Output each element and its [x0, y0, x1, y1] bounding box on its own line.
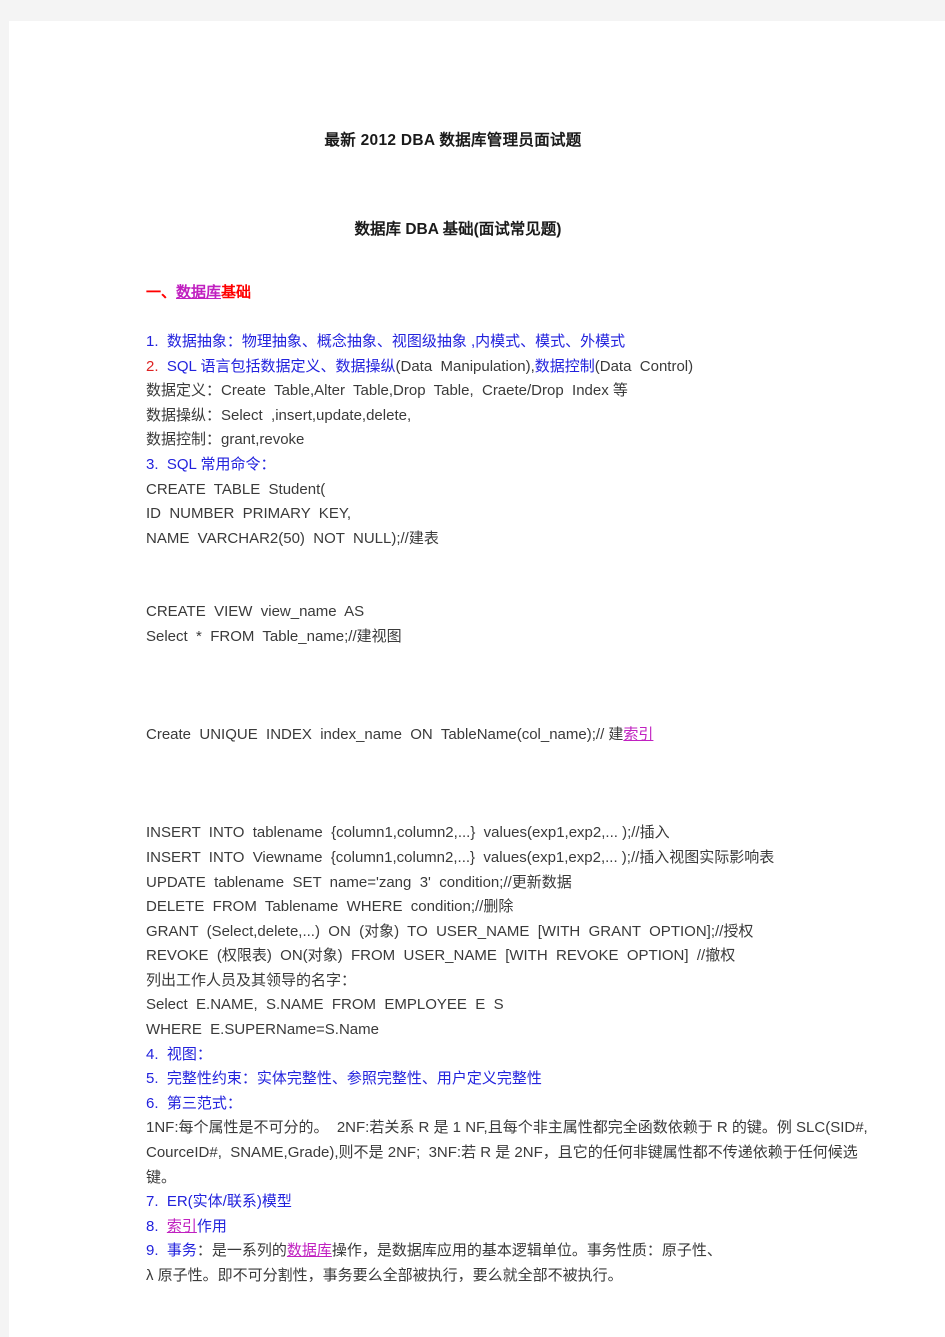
- document-line: 5. 完整性约束：实体完整性、参照完整性、用户定义完整性: [146, 1070, 542, 1088]
- section-heading-link[interactable]: 数据库: [176, 284, 221, 301]
- document-line: 数据定义：Create Table,Alter Table,Drop Table…: [146, 382, 628, 400]
- inline-link[interactable]: 索引: [623, 726, 653, 743]
- text-run: Create UNIQUE INDEX index_name ON TableN…: [146, 726, 624, 744]
- document-line: 3. SQL 常用命令：: [146, 455, 276, 473]
- text-run: ：是一系列的: [196, 1242, 287, 1260]
- text-run: 2.: [146, 357, 167, 375]
- text-run: (Data Manipulation),: [395, 357, 535, 375]
- text-run: (Data Control): [594, 357, 694, 375]
- document-body: 1. 数据抽象：物理抽象、概念抽象、视图级抽象 ,内模式、模式、外模式 2. SQ…: [146, 302, 885, 1289]
- document-page: 最新 2012 DBA 数据库管理员面试题 数据库 DBA 基础(面试常见题) …: [9, 21, 945, 1337]
- document-line: CREATE TABLE Student(: [146, 480, 326, 498]
- document-line: GRANT (Select,delete,...) ON (对象) TO USE…: [146, 922, 754, 940]
- section-heading-prefix: 一、: [146, 284, 177, 301]
- document-line: DELETE FROM Tablename WHERE condition;//…: [146, 898, 514, 916]
- document-line: WHERE E.SUPERName=S.Name: [146, 1021, 379, 1039]
- document-content: 最新 2012 DBA 数据库管理员面试题 数据库 DBA 基础(面试常见题) …: [9, 21, 945, 1289]
- inline-link[interactable]: 数据库: [287, 1242, 332, 1259]
- document-line: Create UNIQUE INDEX index_name ON TableN…: [146, 723, 885, 748]
- page-title: 最新 2012 DBA 数据库管理员面试题: [324, 132, 582, 149]
- document-line: 1. 数据抽象：物理抽象、概念抽象、视图级抽象 ,内模式、模式、外模式: [146, 333, 626, 350]
- text-run: 操作，是数据库应用的基本逻辑单位。事务性质：原子性、: [331, 1242, 722, 1260]
- document-line: 6. 第三范式：: [146, 1094, 242, 1112]
- document-line: 4. 视图：: [146, 1045, 212, 1063]
- document-line: λ 原子性。即不可分割性，事务要么全部被执行，要么就全部不被执行。: [146, 1264, 885, 1289]
- document-line: CREATE VIEW view_name AS: [146, 603, 365, 621]
- document-line: 7. ER(实体/联系)模型: [146, 1193, 292, 1211]
- section-heading: 一、数据库基础: [146, 239, 885, 302]
- text-run: 作用: [196, 1217, 227, 1235]
- document-line: INSERT INTO tablename {column1,column2,.…: [146, 824, 670, 842]
- text-run: 数据控制: [534, 357, 595, 375]
- text-run: λ: [146, 1267, 158, 1284]
- document-line: ID NUMBER PRIMARY KEY,: [146, 505, 352, 523]
- document-line: Select E.NAME, S.NAME FROM EMPLOYEE E S: [146, 996, 504, 1014]
- text-run: 9. 事务: [146, 1242, 197, 1260]
- text-run: 原子性。即不可分割性，事务要么全部被执行，要么就全部不被执行。: [157, 1267, 623, 1284]
- document-line: 2. SQL 语言包括数据定义、数据操纵(Data Manipulation),…: [146, 355, 885, 380]
- document-line: INSERT INTO Viewname {column1,column2,..…: [146, 848, 775, 866]
- text-run: SQL 语言包括数据定义、数据操纵: [166, 357, 396, 375]
- document-line: 9. 事务：是一系列的数据库操作，是数据库应用的基本逻辑单位。事务性质：原子性、: [146, 1239, 885, 1264]
- text-run: 8.: [146, 1217, 167, 1235]
- document-line: 8. 索引作用: [146, 1215, 885, 1240]
- section-heading-suffix: 基础: [221, 284, 252, 301]
- document-line: 列出工作人员及其领导的名字：: [146, 971, 357, 989]
- document-line: 1NF:每个属性是不可分的。 2NF:若关系 R 是 1 NF,且每个非主属性都…: [146, 1119, 877, 1186]
- document-line: REVOKE (权限表) ON(对象) FROM USER_NAME [WITH…: [146, 947, 736, 965]
- document-line: NAME VARCHAR2(50) NOT NULL);//建表: [146, 529, 439, 547]
- document-line: Select * FROM Table_name;//建视图: [146, 627, 402, 645]
- document-line: UPDATE tablename SET name='zang 3' condi…: [146, 873, 572, 891]
- inline-link[interactable]: 索引: [167, 1218, 197, 1235]
- document-subtitle: 数据库 DBA 基础(面试常见题): [354, 221, 562, 238]
- document-line: 数据控制：grant,revoke: [146, 431, 305, 449]
- document-line: 数据操纵：Select ,insert,update,delete,: [146, 406, 412, 424]
